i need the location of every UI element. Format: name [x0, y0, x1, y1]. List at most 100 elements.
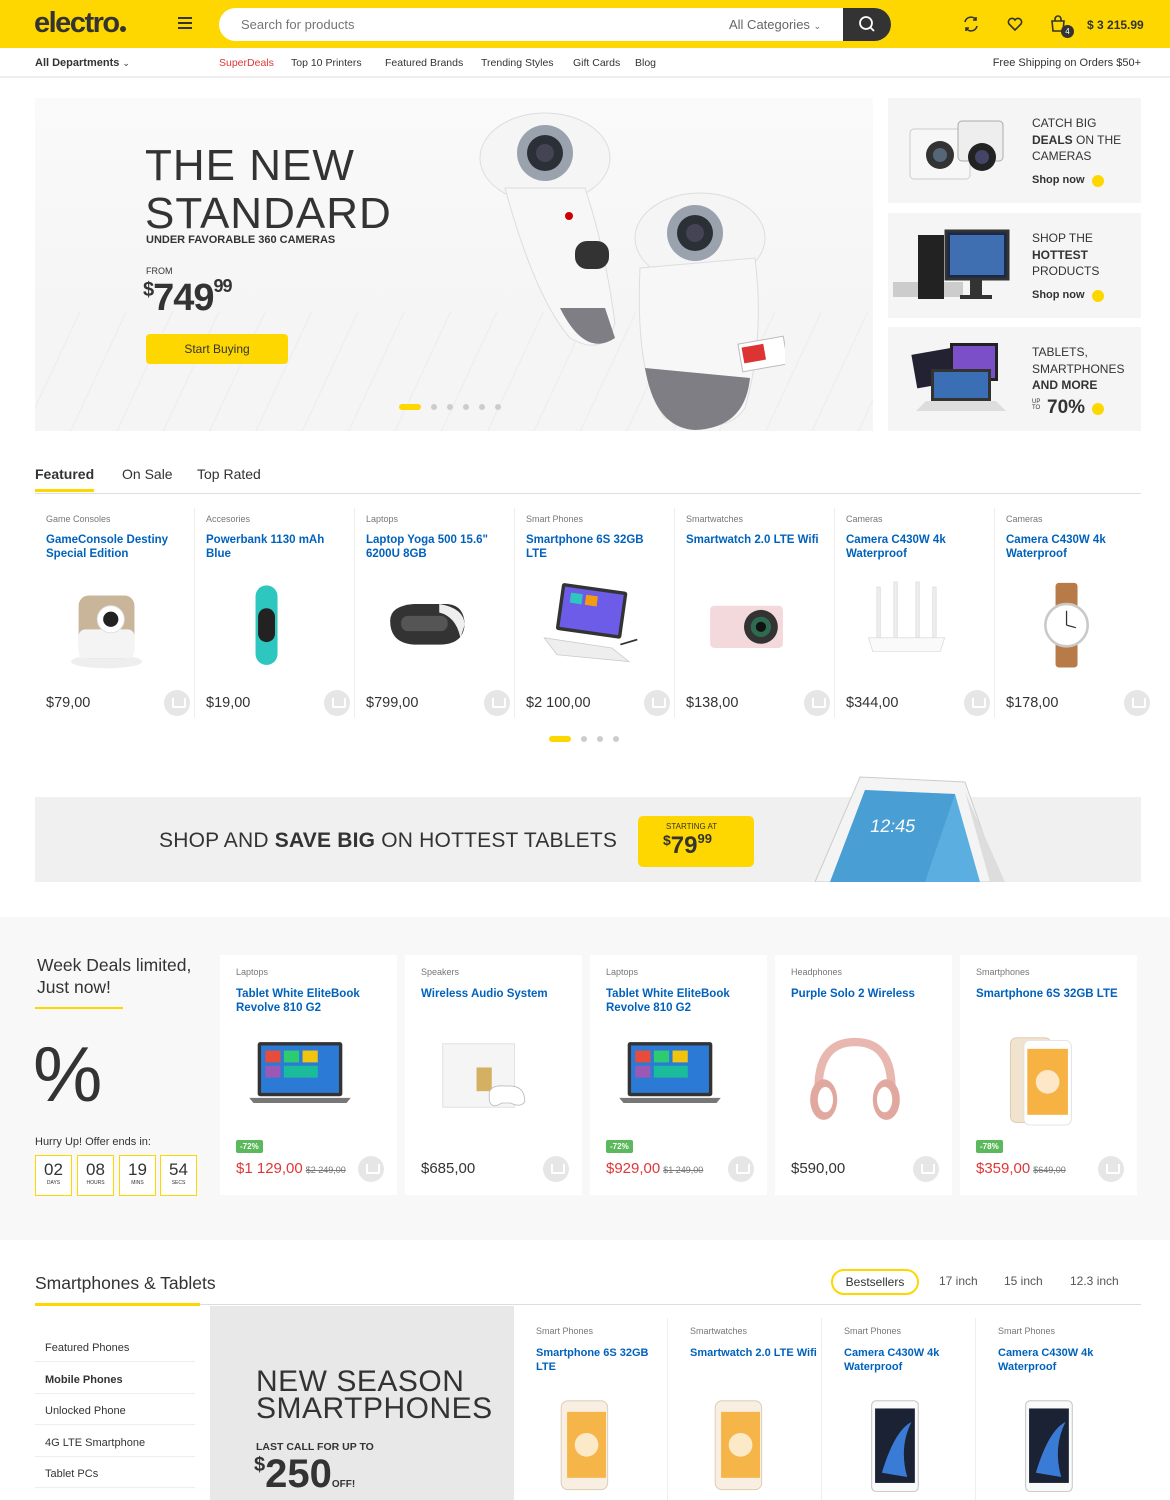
product-image[interactable]: [800, 1025, 930, 1140]
add-to-cart-button[interactable]: [484, 690, 510, 716]
product-category[interactable]: Smartwatches: [686, 514, 743, 524]
add-to-cart-button[interactable]: [913, 1156, 939, 1182]
product-category[interactable]: Laptops: [236, 967, 268, 977]
tab-on-sale[interactable]: On Sale: [122, 466, 173, 482]
product-image[interactable]: [615, 1025, 745, 1140]
product-image[interactable]: [245, 1025, 375, 1140]
side-banner-hottest[interactable]: SHOP THE HOTTEST PRODUCTS Shop now: [888, 213, 1141, 318]
product-name[interactable]: Tablet White EliteBook Revolve 810 G2: [606, 987, 756, 1015]
product-category[interactable]: Smart Phones: [526, 514, 583, 524]
product-card[interactable]: Smartwatches Smartwatch 2.0 LTE Wifi: [668, 1318, 822, 1500]
product-name[interactable]: Powerbank 1130 mAh Blue: [206, 533, 346, 561]
nav-link-styles[interactable]: Trending Styles: [481, 57, 554, 69]
nav-link-blog[interactable]: Blog: [635, 57, 656, 69]
product-card[interactable]: Smartwatches Smartwatch 2.0 LTE Wifi $138,…: [675, 508, 835, 718]
add-to-cart-button[interactable]: [728, 1156, 754, 1182]
product-card[interactable]: Accesories Powerbank 1130 mAh Blue $19,00: [195, 508, 355, 718]
tablet-banner[interactable]: SHOP AND SAVE BIG ON HOTTEST TABLETS STA…: [35, 776, 1141, 882]
product-name[interactable]: Smartphone 6S 32GB LTE: [536, 1346, 666, 1374]
product-image[interactable]: [540, 1388, 640, 1500]
nav-link-printers[interactable]: Top 10 Printers: [291, 57, 362, 69]
product-image[interactable]: [1002, 1388, 1102, 1500]
deal-card[interactable]: Headphones Purple Solo 2 Wireless $590,00: [775, 955, 952, 1195]
add-to-cart-button[interactable]: [358, 1156, 384, 1182]
product-category[interactable]: Game Consoles: [46, 514, 111, 524]
product-name[interactable]: Tablet White EliteBook Revolve 810 G2: [236, 987, 386, 1015]
product-card[interactable]: Smart Phones Camera C430W 4k Waterproof: [822, 1318, 976, 1500]
deal-card[interactable]: Laptops Tablet White EliteBook Revolve 81…: [220, 955, 397, 1195]
add-to-cart-button[interactable]: [1098, 1156, 1124, 1182]
category-mobile-phones[interactable]: Mobile Phones: [35, 1362, 195, 1394]
product-image[interactable]: [380, 570, 490, 680]
product-card[interactable]: Cameras Camera C430W 4k Waterproof $344,00: [835, 508, 995, 718]
deal-card[interactable]: Speakers Wireless Audio System $685,00: [405, 955, 582, 1195]
product-category[interactable]: Smartphones: [976, 967, 1030, 977]
product-name[interactable]: GameConsole Destiny Special Edition: [46, 533, 186, 561]
product-name[interactable]: Wireless Audio System: [421, 987, 571, 1001]
product-card[interactable]: Smart Phones Camera C430W 4k Waterproof: [976, 1318, 1130, 1500]
tab-top-rated[interactable]: Top Rated: [197, 466, 261, 482]
product-image[interactable]: [60, 570, 170, 680]
tab-bestsellers[interactable]: Bestsellers: [831, 1269, 919, 1295]
shop-now-link[interactable]: Shop now: [1032, 174, 1085, 186]
category-featured-phones[interactable]: Featured Phones: [35, 1330, 195, 1362]
product-name[interactable]: Camera C430W 4k Waterproof: [844, 1346, 974, 1374]
product-name[interactable]: Camera C430W 4k Waterproof: [846, 533, 986, 561]
nav-link-superdeals[interactable]: SuperDeals: [219, 57, 274, 69]
product-card[interactable]: Game Consoles GameConsole Destiny Special…: [35, 508, 195, 718]
product-name[interactable]: Laptop Yoga 500 15.6" 6200U 8GB: [366, 533, 506, 561]
product-category[interactable]: Smart Phones: [998, 1326, 1055, 1336]
tab-featured[interactable]: Featured: [35, 466, 95, 492]
product-card[interactable]: Smart Phones Smartphone 6S 32GB LTE $2 100…: [515, 508, 675, 718]
all-departments-menu[interactable]: All Departments ⌄: [35, 57, 130, 69]
logo[interactable]: electro: [34, 7, 126, 40]
category-select[interactable]: All Categories ⌄: [729, 17, 821, 32]
hero-pagination[interactable]: [399, 404, 501, 410]
product-category[interactable]: Accesories: [206, 514, 250, 524]
product-name[interactable]: Purple Solo 2 Wireless: [791, 987, 941, 1001]
add-to-cart-button[interactable]: [644, 690, 670, 716]
search-input[interactable]: [241, 8, 721, 41]
side-banner-cameras[interactable]: CATCH BIG DEALS ON THE CAMERAS Shop now: [888, 98, 1141, 203]
add-to-cart-button[interactable]: [164, 690, 190, 716]
product-name[interactable]: Smartphone 6S 32GB LTE: [526, 533, 666, 561]
product-image[interactable]: [860, 570, 970, 680]
product-image[interactable]: [694, 1388, 794, 1500]
new-season-banner[interactable]: NEW SEASON SMARTPHONES LAST CALL FOR UP T…: [210, 1306, 514, 1500]
add-to-cart-button[interactable]: [1124, 690, 1150, 716]
category-unlocked-phone[interactable]: Unlocked Phone: [35, 1393, 195, 1425]
product-name[interactable]: Smartwatch 2.0 LTE Wifi: [690, 1346, 820, 1360]
product-image[interactable]: [430, 1025, 560, 1140]
nav-link-brands[interactable]: Featured Brands: [385, 57, 463, 69]
product-category[interactable]: Headphones: [791, 967, 842, 977]
product-name[interactable]: Smartwatch 2.0 LTE Wifi: [686, 533, 826, 547]
compare-icon[interactable]: [962, 15, 980, 33]
product-category[interactable]: Speakers: [421, 967, 459, 977]
menu-icon[interactable]: [178, 17, 192, 29]
product-name[interactable]: Smartphone 6S 32GB LTE: [976, 987, 1126, 1001]
product-image[interactable]: [1020, 570, 1130, 680]
cart-total[interactable]: $ 3 215.99: [1087, 18, 1144, 32]
product-category[interactable]: Laptops: [366, 514, 398, 524]
add-to-cart-button[interactable]: [964, 690, 990, 716]
product-category[interactable]: Smart Phones: [536, 1326, 593, 1336]
product-image[interactable]: [700, 570, 810, 680]
add-to-cart-button[interactable]: [543, 1156, 569, 1182]
product-name[interactable]: Camera C430W 4k Waterproof: [998, 1346, 1128, 1374]
tab-15-inch[interactable]: 15 inch: [1004, 1274, 1043, 1288]
product-category[interactable]: Cameras: [846, 514, 883, 524]
add-to-cart-button[interactable]: [324, 690, 350, 716]
product-image[interactable]: [540, 570, 650, 680]
product-card[interactable]: Smart Phones Smartphone 6S 32GB LTE: [514, 1318, 668, 1500]
category-4g-lte[interactable]: 4G LTE Smartphone: [35, 1425, 195, 1457]
add-to-cart-button[interactable]: [804, 690, 830, 716]
start-buying-button[interactable]: Start Buying: [146, 334, 288, 364]
product-card[interactable]: Cameras Camera C430W 4k Waterproof $178,00: [995, 508, 1155, 718]
product-name[interactable]: Camera C430W 4k Waterproof: [1006, 533, 1146, 561]
category-tablet-pcs[interactable]: Tablet PCs: [35, 1456, 195, 1488]
deal-card[interactable]: Smartphones Smartphone 6S 32GB LTE -78% $35…: [960, 955, 1137, 1195]
deal-card[interactable]: Laptops Tablet White EliteBook Revolve 81…: [590, 955, 767, 1195]
product-image[interactable]: [220, 570, 330, 680]
hero-slider[interactable]: THE NEW STANDARD UNDER FAVORABLE 360 CAME…: [35, 98, 873, 431]
product-category[interactable]: Cameras: [1006, 514, 1043, 524]
